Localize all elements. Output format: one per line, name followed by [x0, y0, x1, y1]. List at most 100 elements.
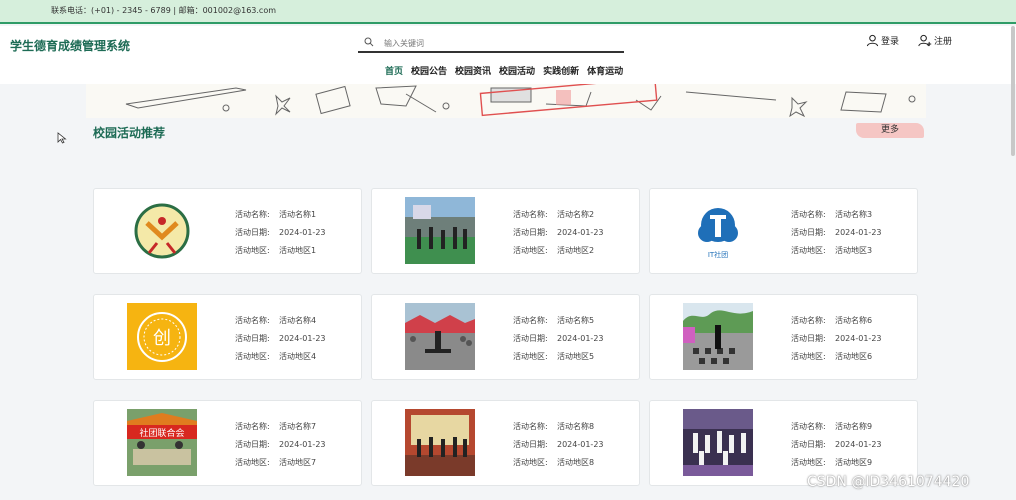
club-union-booth-image: 社团联合会 [127, 409, 197, 476]
date-label: 活动日期: [235, 228, 270, 237]
activity-grid: 活动名称: 活动名称1 活动日期: 2024-01-23 活动地区: 活动地区1 活动… [93, 188, 918, 486]
activity-card[interactable]: 活动名称: 活动名称6 活动日期: 2024-01-23 活动地区: 活动地区6 [649, 294, 918, 380]
activity-thumbnail[interactable] [405, 303, 475, 370]
activity-area: 活动地区6 [835, 352, 873, 361]
area-label: 活动地区: [513, 352, 548, 361]
activity-thumbnail[interactable]: IT社团 [683, 197, 753, 264]
activity-name: 活动名称7 [279, 422, 317, 431]
nav-sports[interactable]: 体育运动 [587, 64, 623, 77]
contact-bar: 联系电话：(+01) - 2345 - 6789 | 邮箱：001002@163… [0, 0, 1016, 24]
activity-date: 2024-01-23 [557, 440, 604, 449]
dance-photo [683, 303, 753, 370]
register-label: 注册 [934, 37, 953, 47]
activity-name: 活动名称9 [835, 422, 873, 431]
activity-date: 2024-01-23 [557, 228, 604, 237]
activity-area: 活动地区1 [279, 246, 317, 255]
activity-thumbnail[interactable] [405, 409, 475, 476]
date-label: 活动日期: [235, 440, 270, 449]
nav-announcements[interactable]: 校园公告 [411, 64, 447, 77]
school-emblem-image [134, 203, 190, 259]
activity-area: 活动地区2 [557, 246, 595, 255]
performance-photo [405, 303, 475, 370]
date-label: 活动日期: [513, 228, 548, 237]
login-label: 登录 [881, 37, 900, 47]
club-union-booth-text: 社团联合会 [139, 427, 184, 439]
activity-thumbnail[interactable]: 创 [127, 303, 197, 370]
main-nav: 首页 校园公告 校园资讯 校园活动 实践创新 体育运动 [385, 64, 631, 77]
area-label: 活动地区: [235, 352, 270, 361]
activity-info: 活动名称: 活动名称7 活动日期: 2024-01-23 活动地区: 活动地区7 [235, 418, 326, 472]
add-user-icon [918, 34, 932, 47]
activity-name: 活动名称2 [557, 210, 595, 219]
activity-info: 活动名称: 活动名称6 活动日期: 2024-01-23 活动地区: 活动地区6 [791, 312, 882, 366]
activity-area: 活动地区4 [279, 352, 317, 361]
nav-home[interactable]: 首页 [385, 64, 403, 77]
activity-date: 2024-01-23 [557, 334, 604, 343]
register-button[interactable]: 注册 [918, 34, 952, 47]
date-label: 活动日期: [235, 334, 270, 343]
date-label: 活动日期: [513, 440, 548, 449]
activity-name: 活动名称5 [557, 316, 595, 325]
activity-info: 活动名称: 活动名称1 活动日期: 2024-01-23 活动地区: 活动地区1 [235, 206, 326, 260]
activity-date: 2024-01-23 [835, 440, 882, 449]
search-icon[interactable] [364, 37, 374, 47]
activity-card[interactable]: 活动名称: 活动名称1 活动日期: 2024-01-23 活动地区: 活动地区1 [93, 188, 362, 274]
search-input[interactable] [384, 36, 614, 50]
activity-card[interactable]: 社团联合会 活动名称: 活动名称7 活动日期: 2024-01-23 活动地区: 活动… [93, 400, 362, 486]
page-scrollbar[interactable] [1011, 26, 1015, 156]
activity-area: 活动地区3 [835, 246, 873, 255]
name-label: 活动名称: [791, 316, 826, 325]
outdoor-group-photo [405, 197, 475, 264]
activity-info: 活动名称: 活动名称5 活动日期: 2024-01-23 活动地区: 活动地区5 [513, 312, 604, 366]
activity-area: 活动地区7 [279, 458, 317, 467]
nav-news[interactable]: 校园资讯 [455, 64, 491, 77]
name-label: 活动名称: [513, 422, 548, 431]
login-button[interactable]: 登录 [866, 34, 899, 47]
dance-group-photo [683, 409, 753, 476]
name-label: 活动名称: [235, 210, 270, 219]
date-label: 活动日期: [791, 440, 826, 449]
area-label: 活动地区: [791, 458, 826, 467]
name-label: 活动名称: [513, 210, 548, 219]
name-label: 活动名称: [791, 210, 826, 219]
activity-name: 活动名称1 [279, 210, 317, 219]
activity-thumbnail[interactable] [683, 409, 753, 476]
activity-card[interactable]: 活动名称: 活动名称8 活动日期: 2024-01-23 活动地区: 活动地区8 [371, 400, 640, 486]
date-label: 活动日期: [513, 334, 548, 343]
banner-illustration [125, 84, 916, 118]
area-label: 活动地区: [791, 246, 826, 255]
stationery-banner [86, 84, 926, 118]
activity-date: 2024-01-23 [279, 440, 326, 449]
activity-thumbnail[interactable] [405, 197, 475, 264]
search-box [358, 34, 624, 53]
activity-card[interactable]: 活动名称: 活动名称5 活动日期: 2024-01-23 活动地区: 活动地区5 [371, 294, 640, 380]
activity-card[interactable]: 创 活动名称: 活动名称4 活动日期: 2024-01-23 活动地区: 活动地区4 [93, 294, 362, 380]
area-label: 活动地区: [235, 458, 270, 467]
activity-date: 2024-01-23 [279, 228, 326, 237]
date-label: 活动日期: [791, 228, 826, 237]
site-header: 学生德育成绩管理系统 登录 注册 首页 校园公告 校园资讯 校园活动 实践创新 … [0, 26, 1016, 84]
activity-info: 活动名称: 活动名称2 活动日期: 2024-01-23 活动地区: 活动地区2 [513, 206, 604, 260]
nav-innovation[interactable]: 实践创新 [543, 64, 579, 77]
name-label: 活动名称: [235, 316, 270, 325]
area-label: 活动地区: [513, 246, 548, 255]
activity-thumbnail[interactable]: 社团联合会 [127, 409, 197, 476]
it-club-logo-image: IT社团 [683, 197, 753, 264]
user-icon [866, 34, 879, 47]
activity-thumbnail[interactable] [683, 303, 753, 370]
activity-card[interactable]: IT社团 活动名称: 活动名称3 活动日期: 2024-01-23 活动地区: 活动地… [649, 188, 918, 274]
section-title: 校园活动推荐 [93, 126, 166, 140]
area-label: 活动地区: [513, 458, 548, 467]
activity-name: 活动名称3 [835, 210, 873, 219]
activity-info: 活动名称: 活动名称8 活动日期: 2024-01-23 活动地区: 活动地区8 [513, 418, 604, 472]
site-logo[interactable]: 学生德育成绩管理系统 [10, 37, 130, 54]
csdn-watermark: CSDN @ID3461074420 [807, 474, 970, 490]
activity-thumbnail[interactable] [127, 197, 197, 264]
nav-activities[interactable]: 校园活动 [499, 64, 535, 77]
area-label: 活动地区: [235, 246, 270, 255]
activity-card[interactable]: 活动名称: 活动名称2 活动日期: 2024-01-23 活动地区: 活动地区2 [371, 188, 640, 274]
more-button[interactable]: 更多 [856, 123, 924, 138]
activity-date: 2024-01-23 [835, 334, 882, 343]
name-label: 活动名称: [513, 316, 548, 325]
activity-area: 活动地区8 [557, 458, 595, 467]
